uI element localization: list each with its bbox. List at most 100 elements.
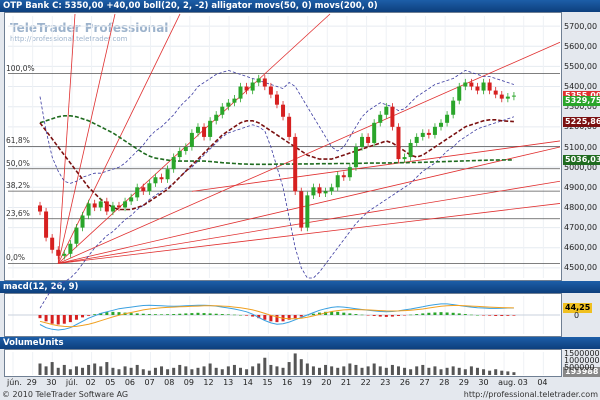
candle-body [147, 183, 152, 192]
volume-bar [166, 369, 170, 375]
volume-bar [232, 364, 236, 375]
candle-body [56, 249, 61, 256]
volume-bar [68, 369, 72, 375]
candle-body [177, 151, 182, 158]
macd-histogram-bar [366, 315, 370, 316]
macd-histogram-bar [74, 315, 78, 320]
macd-histogram-bar [111, 311, 115, 315]
volume-bar [245, 369, 249, 375]
volume-bar [93, 363, 97, 375]
macd-histogram-bar [342, 312, 346, 315]
macd-histogram-bar [512, 315, 516, 316]
macd-histogram-bar [172, 314, 176, 315]
candle-body [420, 132, 425, 137]
candle-body [208, 120, 213, 137]
candle-body [341, 175, 346, 178]
x-tick-label: 29 [26, 378, 37, 387]
last-value-badge: 5329,75 [563, 95, 600, 106]
volume-bar [135, 364, 139, 375]
candle-body [396, 126, 401, 160]
macd-histogram-bar [135, 313, 139, 315]
candle-body [202, 126, 207, 137]
price-tick-label: 5100,00 [564, 142, 598, 152]
candle-body [38, 205, 42, 212]
macd-histogram-bar [81, 315, 85, 318]
macd-histogram-bar [226, 314, 230, 315]
volume-bar [354, 364, 358, 375]
volume-bar [482, 369, 486, 375]
x-tick-label: 02 [85, 378, 96, 387]
price-tick-label: 4800,00 [564, 202, 598, 212]
x-tick-label: 22 [360, 378, 371, 387]
candle-body [226, 102, 231, 107]
candle-body [317, 187, 322, 194]
macd-histogram-bar [62, 315, 66, 324]
candle-body [481, 82, 486, 91]
price-tick-label: 5700,00 [564, 21, 598, 31]
last-value-badge: 5036,03 [563, 154, 600, 165]
macd-histogram-bar [445, 312, 449, 315]
macd-histogram-bar [451, 312, 455, 315]
volume-bar [324, 364, 328, 375]
x-tick-label: 05 [105, 378, 116, 387]
x-tick-label: 15 [262, 378, 273, 387]
macd-histogram-bar [202, 313, 206, 315]
x-tick-label: 04 [537, 378, 548, 387]
volume-bar [433, 366, 437, 375]
macd-histogram-bar [190, 313, 194, 315]
volume-bar [56, 367, 60, 375]
candle-body [86, 203, 91, 216]
volume-bar [44, 366, 48, 375]
last-value-badge: 5225,86 [563, 116, 600, 127]
x-tick-label: 26 [399, 378, 411, 387]
macd-histogram-bar [469, 314, 473, 316]
volume-bar [360, 367, 364, 375]
price-tick-label: 4700,00 [564, 223, 598, 233]
volume-bar [214, 367, 218, 375]
macd-histogram-bar [38, 315, 42, 319]
x-tick-label: júl. [65, 378, 78, 387]
candle-body [323, 191, 328, 194]
macd-tick-label: 0 [574, 310, 580, 320]
x-tick-label: jún. [7, 378, 22, 387]
volume-bar [281, 367, 285, 375]
macd-histogram-bar [433, 312, 437, 315]
x-tick-label: 30 [46, 378, 57, 387]
volume-bar [445, 367, 449, 375]
price-tick-label: 5600,00 [564, 41, 598, 51]
candle-body [74, 227, 79, 244]
volume-bar [251, 366, 255, 375]
candle-body [80, 215, 85, 228]
volume-bar [384, 367, 388, 375]
volume-bar [257, 363, 261, 375]
volume-bar [269, 364, 273, 375]
volume-bar [469, 366, 473, 375]
candle-body [414, 136, 419, 143]
macd-histogram-bar [415, 314, 419, 315]
volume-bar [123, 366, 127, 375]
fib-level-label: 61,8% [6, 136, 30, 146]
x-tick-label: 13 [223, 378, 234, 387]
volume-bar [275, 366, 279, 375]
candle-body [44, 211, 49, 238]
macd-histogram-bar [178, 313, 182, 315]
volume-bar [506, 371, 510, 375]
candle-body [171, 157, 176, 170]
candle-body [360, 136, 365, 147]
volume-bar [330, 366, 334, 375]
candle-body [384, 106, 389, 115]
volume-bar [390, 364, 394, 375]
price-tick-label: 5500,00 [564, 61, 598, 71]
macd-histogram-bar [482, 315, 486, 316]
footer-url[interactable]: http://professional.teletrader.com [464, 389, 598, 400]
volume-bar [403, 367, 407, 375]
volume-bar [299, 359, 303, 375]
candle-body [262, 78, 267, 87]
macd-histogram-bar [378, 315, 382, 317]
macd-histogram-bar [141, 313, 145, 315]
price-tick-label: 4600,00 [564, 243, 598, 253]
macd-histogram-bar [475, 315, 479, 316]
x-tick-label: 19 [301, 378, 312, 387]
candle-body [104, 201, 109, 212]
volume-bar [488, 370, 492, 375]
